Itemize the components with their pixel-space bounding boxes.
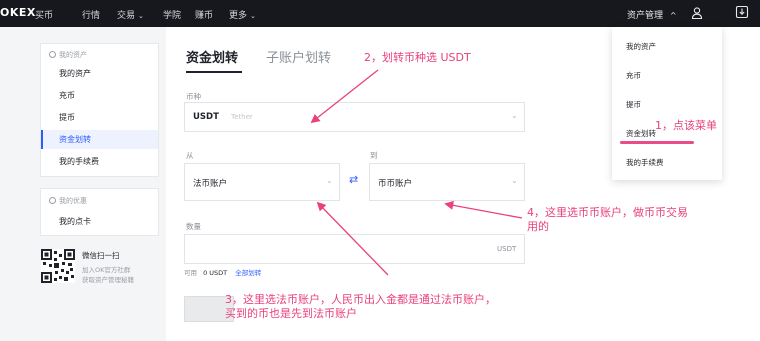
transfer-all-link[interactable]: 全部划转: [235, 269, 261, 277]
sidebar-item-withdraw[interactable]: 提币: [41, 108, 158, 127]
from-label: 从: [186, 151, 194, 160]
nav-label: 交易: [117, 11, 136, 21]
user-icon[interactable]: [690, 6, 704, 20]
annotation-step1: 1，点该菜单: [655, 119, 717, 132]
annotation-underline: [620, 141, 694, 144]
sidebar-item-label: 我的手续费: [59, 157, 99, 166]
annotation-step4-line1: 4，这里选币币账户，做币币交易: [527, 206, 688, 219]
wechat-qr-code: [41, 249, 75, 283]
amount-label: 数量: [186, 222, 201, 231]
annotation-step3-line1: 3，这里选法币账户，人民币出入金都是通过法币账户，: [225, 293, 496, 306]
sidebar-promo-header: 我的优惠: [49, 196, 87, 206]
gift-icon: [49, 197, 56, 204]
wechat-scan-line2: 获取资产管理秘籍: [82, 276, 134, 284]
annotation-step2: 2，划转币种选 USDT: [364, 51, 471, 64]
coin-label: 币种: [186, 92, 201, 101]
dropdown-item-transfer[interactable]: 资金划转: [626, 128, 656, 139]
amount-unit: USDT: [497, 245, 517, 253]
from-account-select[interactable]: 法币账户 ⌄: [184, 163, 340, 201]
tab-fund-transfer[interactable]: 资金划转: [186, 47, 238, 66]
coin-select-value: USDT: [193, 112, 219, 122]
nav-trade[interactable]: 交易 ⌄: [117, 8, 144, 21]
nav-academy[interactable]: 学院: [163, 8, 181, 21]
sidebar-item-label: 我的点卡: [59, 217, 91, 226]
chevron-down-icon: ⌄: [250, 12, 256, 20]
sidebar-item-label: 提币: [59, 113, 75, 122]
dropdown-item-fees[interactable]: 我的手续费: [626, 157, 664, 168]
nav-label: 学院: [163, 11, 182, 21]
sidebar-item-my-assets[interactable]: 我的资产: [41, 64, 158, 83]
sidebar-item-label: 我的资产: [59, 69, 91, 78]
okex-logo[interactable]: OKEX: [0, 6, 36, 19]
dropdown-item-my-assets[interactable]: 我的资产: [626, 41, 656, 52]
nav-label: 行情: [82, 11, 101, 21]
nav-markets[interactable]: 行情: [82, 8, 100, 21]
sidebar-promo-card: 我的优惠 我的点卡: [40, 188, 159, 236]
tab-subaccount-transfer[interactable]: 子账户划转: [266, 47, 331, 66]
wechat-scan-title: 微信扫一扫: [82, 251, 120, 260]
active-tab-indicator: [186, 71, 242, 73]
dropdown-item-deposit[interactable]: 充币: [626, 70, 641, 81]
to-account-select[interactable]: 币币账户 ⌄: [369, 163, 525, 201]
nav-label: 买币: [35, 11, 54, 21]
top-navbar: OKEX 买币 行情 交易 ⌄ 学院 赚币 更多 ⌄ 资产管理 ^: [0, 0, 760, 27]
nav-more[interactable]: 更多 ⌄: [229, 8, 256, 21]
dropdown-item-withdraw[interactable]: 提币: [626, 99, 641, 110]
sidebar-item-label: 资金划转: [59, 135, 91, 144]
nav-buy-crypto[interactable]: 买币: [35, 8, 53, 21]
to-account-value: 币币账户: [378, 179, 413, 189]
sidebar-item-label: 充币: [59, 91, 75, 100]
from-account-value: 法币账户: [193, 179, 228, 189]
nav-label: 更多: [229, 11, 248, 21]
coin-select-subtext: Tether: [231, 113, 253, 121]
asset-management-dropdown: 我的资产 充币 提币 资金划转 我的手续费: [612, 27, 722, 180]
chevron-down-icon: ⌄: [326, 176, 333, 185]
amount-input[interactable]: USDT: [184, 234, 525, 264]
nav-earn[interactable]: 赚币: [195, 8, 213, 21]
sidebar-assets-card: 我的资产 我的资产 充币 提币 资金划转 我的手续费: [40, 43, 159, 177]
sidebar-item-fees[interactable]: 我的手续费: [41, 152, 158, 171]
chevron-down-icon: ⌄: [511, 176, 518, 185]
to-label: 到: [370, 151, 378, 160]
download-icon[interactable]: [735, 5, 749, 19]
asset-management-label: 资产管理: [627, 11, 664, 21]
wechat-scan-line1: 加入OK官方社群: [82, 266, 131, 274]
annotation-step3-line2: 买到的币也是先到法币账户: [225, 307, 357, 320]
sidebar-assets-header: 我的资产: [49, 50, 87, 60]
asset-management-menu[interactable]: 资产管理 ^: [627, 8, 677, 21]
chevron-up-icon: ^: [669, 11, 677, 20]
coin-select[interactable]: USDT Tether ⌄: [184, 102, 525, 132]
sidebar-promo-header-label: 我的优惠: [59, 197, 87, 205]
clock-icon: [49, 51, 56, 58]
available-label: 可用: [184, 269, 197, 277]
sidebar-assets-header-label: 我的资产: [59, 51, 87, 59]
available-balance: 可用 0 USDT 全部划转: [184, 267, 261, 277]
swap-accounts-icon[interactable]: ⇄: [349, 173, 358, 186]
sidebar-item-point-card[interactable]: 我的点卡: [41, 212, 158, 231]
available-value: 0 USDT: [203, 269, 228, 277]
chevron-down-icon: ⌄: [138, 12, 144, 20]
annotation-step4-line2: 用的: [527, 220, 549, 233]
sidebar-item-deposit[interactable]: 充币: [41, 86, 158, 105]
chevron-down-icon: ⌄: [511, 111, 518, 120]
sidebar-item-transfer[interactable]: 资金划转: [41, 130, 158, 149]
nav-label: 赚币: [195, 11, 214, 21]
